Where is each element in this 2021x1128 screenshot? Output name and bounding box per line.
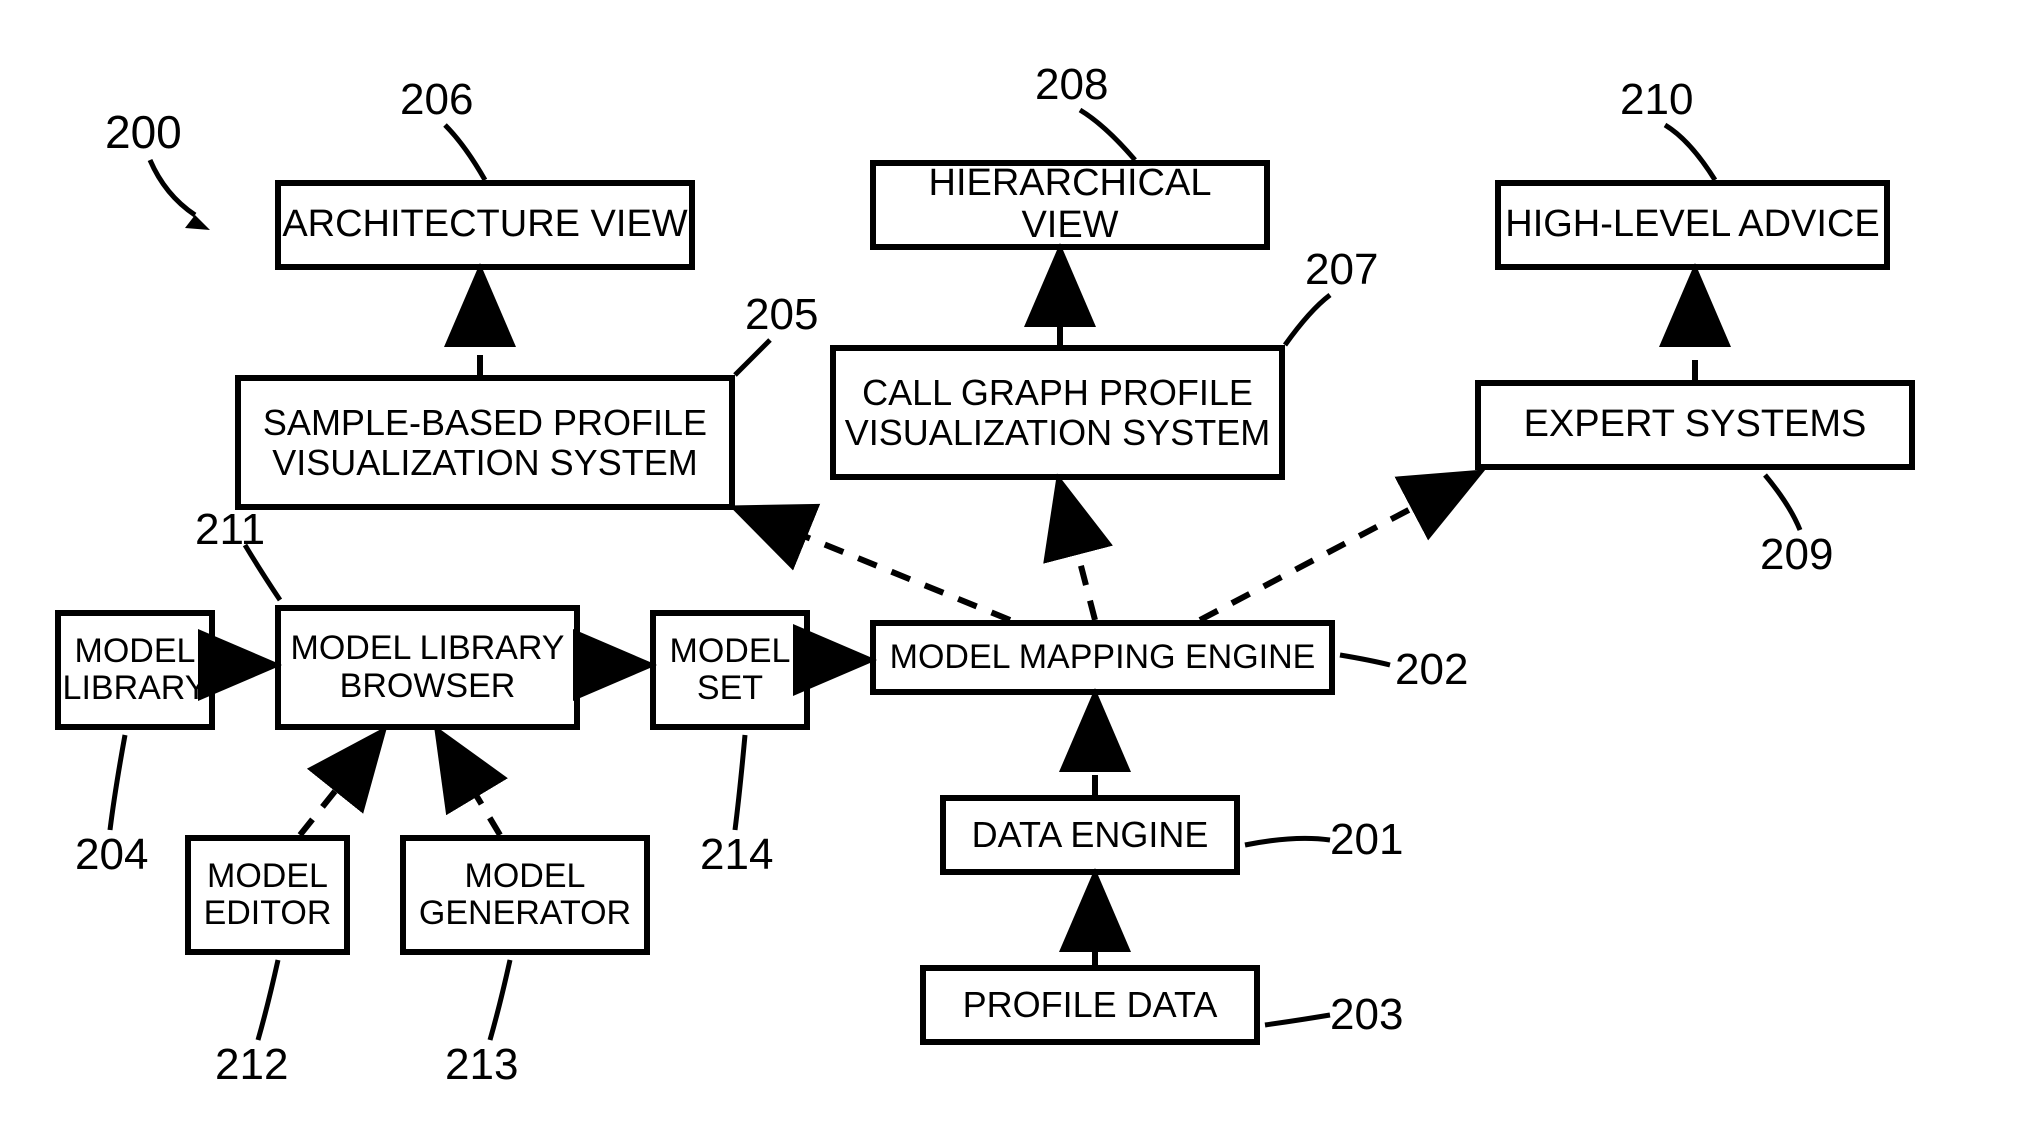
box-expert-systems: EXPERT SYSTEMS	[1475, 380, 1915, 470]
ref-model-generator: 213	[445, 1040, 518, 1090]
box-model-editor: MODEL EDITOR	[185, 835, 350, 955]
ref-model-lib-browser: 211	[195, 505, 265, 555]
ref-model-mapping-engine: 202	[1395, 645, 1468, 695]
box-model-set: MODEL SET	[650, 610, 810, 730]
box-hierarchical-view: HIERARCHICAL VIEW	[870, 160, 1270, 250]
ref-model-set: 214	[700, 830, 773, 880]
ref-expert-systems: 209	[1760, 530, 1833, 580]
box-architecture-view-text: ARCHITECTURE VIEW	[282, 204, 687, 246]
box-data-engine: DATA ENGINE	[940, 795, 1240, 875]
box-callgraph-vis-text: CALL GRAPH PROFILE VISUALIZATION SYSTEM	[845, 373, 1270, 452]
diagram-stage: { "figure_ref": "200", "boxes": { "archi…	[0, 0, 2021, 1128]
box-profile-data: PROFILE DATA	[920, 965, 1260, 1045]
box-sample-vis: SAMPLE-BASED PROFILE VISUALIZATION SYSTE…	[235, 375, 735, 510]
box-data-engine-text: DATA ENGINE	[972, 815, 1209, 855]
box-profile-data-text: PROFILE DATA	[963, 985, 1218, 1025]
box-expert-systems-text: EXPERT SYSTEMS	[1524, 404, 1867, 446]
box-model-library: MODEL LIBRARY	[55, 610, 215, 730]
box-hierarchical-view-text: HIERARCHICAL VIEW	[876, 163, 1264, 247]
box-model-mapping-engine-text: MODEL MAPPING ENGINE	[890, 639, 1316, 676]
box-model-lib-browser: MODEL LIBRARY BROWSER	[275, 605, 580, 730]
box-model-generator: MODEL GENERATOR	[400, 835, 650, 955]
box-high-level-advice: HIGH-LEVEL ADVICE	[1495, 180, 1890, 270]
box-model-mapping-engine: MODEL MAPPING ENGINE	[870, 620, 1335, 695]
ref-profile-data: 203	[1330, 990, 1403, 1040]
box-high-level-advice-text: HIGH-LEVEL ADVICE	[1505, 204, 1880, 246]
ref-data-engine: 201	[1330, 815, 1403, 865]
ref-sample-vis: 205	[745, 290, 818, 340]
ref-architecture-view: 206	[400, 75, 473, 125]
ref-figure: 200	[105, 105, 182, 159]
box-model-lib-browser-text: MODEL LIBRARY BROWSER	[291, 630, 565, 705]
ref-callgraph-vis: 207	[1305, 245, 1378, 295]
box-architecture-view: ARCHITECTURE VIEW	[275, 180, 695, 270]
box-model-generator-text: MODEL GENERATOR	[419, 858, 631, 933]
ref-hierarchical-view: 208	[1035, 60, 1108, 110]
box-sample-vis-text: SAMPLE-BASED PROFILE VISUALIZATION SYSTE…	[263, 403, 707, 482]
box-callgraph-vis: CALL GRAPH PROFILE VISUALIZATION SYSTEM	[830, 345, 1285, 480]
box-model-set-text: MODEL SET	[670, 633, 791, 708]
box-model-library-text: MODEL LIBRARY	[63, 633, 208, 708]
ref-model-editor: 212	[215, 1040, 288, 1090]
box-model-editor-text: MODEL EDITOR	[204, 858, 332, 933]
ref-model-library: 204	[75, 830, 148, 880]
ref-high-level-advice: 210	[1620, 75, 1693, 125]
